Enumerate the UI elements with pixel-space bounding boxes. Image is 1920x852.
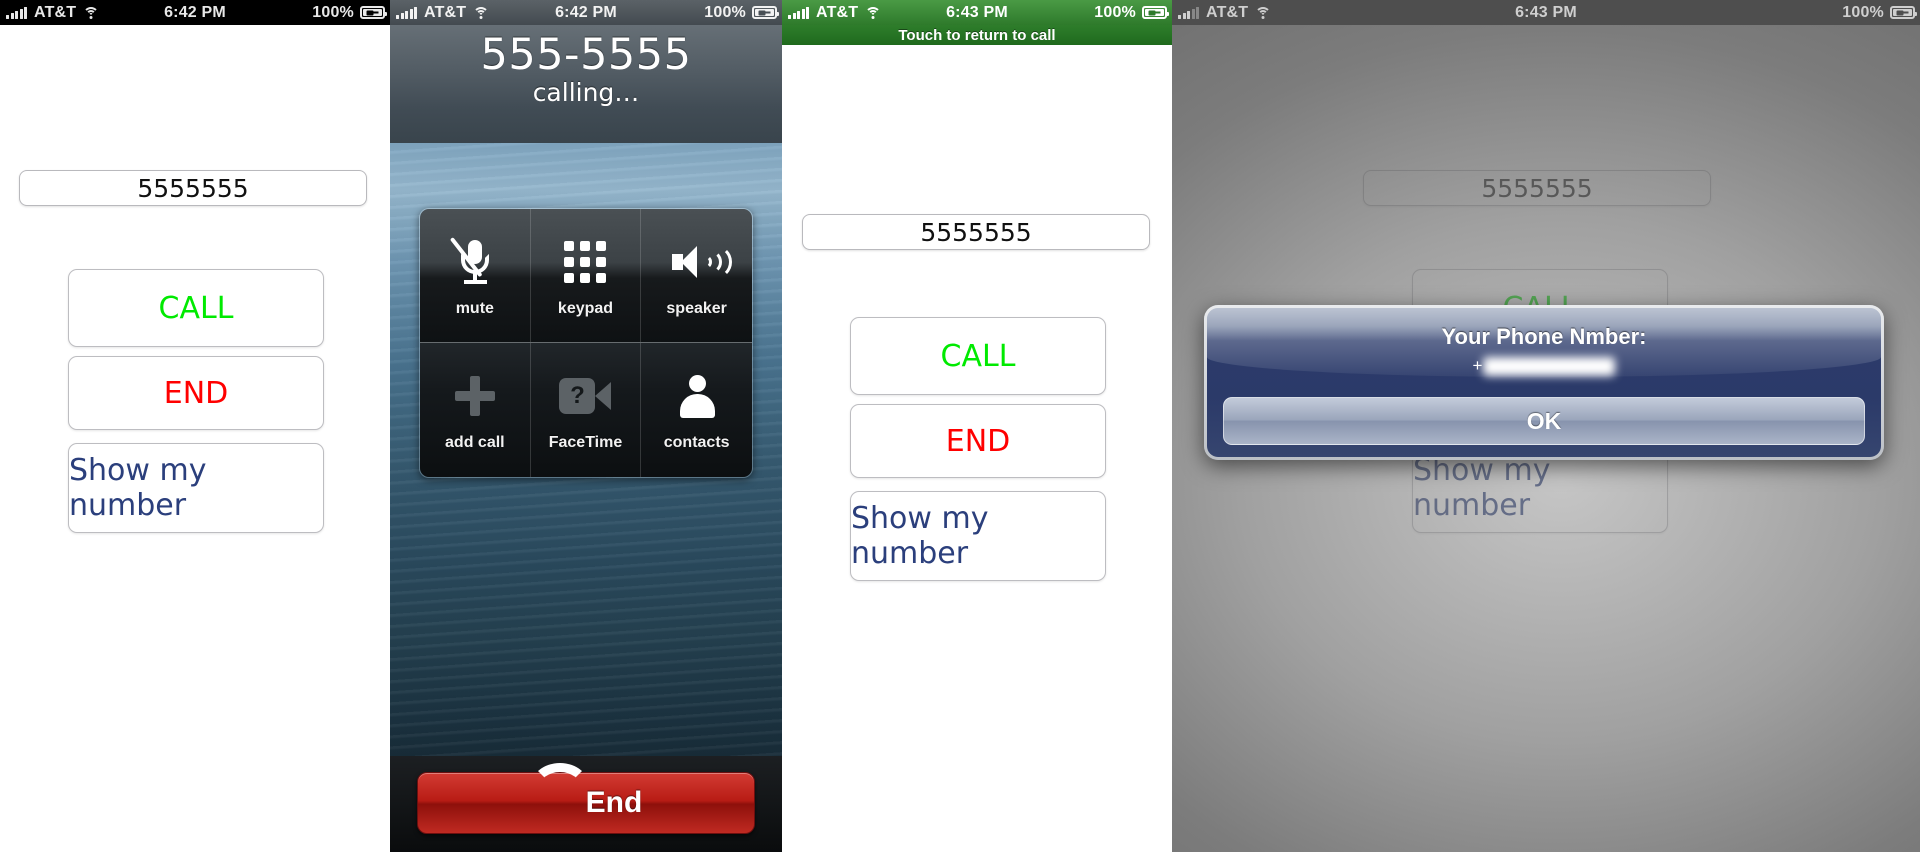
clock-label: 6:42 PM <box>164 3 226 21</box>
contacts-button[interactable]: contacts <box>641 343 752 477</box>
speaker-button[interactable]: speaker <box>641 209 752 343</box>
status-bar-left: AT&T <box>1172 4 1419 22</box>
signal-bars-icon <box>1178 6 1199 19</box>
call-button-label: CALL <box>940 338 1016 374</box>
dialer-app: 5555555 CALL END Show my number Your Pho… <box>1172 25 1920 852</box>
status-bar-left: AT&T <box>782 4 911 22</box>
status-bar-right: 100% <box>1043 4 1172 22</box>
keypad-label: keypad <box>557 299 614 317</box>
status-bar: AT&T 6:42 PM 100% <box>0 0 390 25</box>
status-bar: AT&T 6:42 PM 100% <box>390 0 782 25</box>
show-my-number-label: Show my number <box>1413 453 1551 523</box>
signal-bars-icon <box>396 6 417 19</box>
add-call-button[interactable]: add call <box>420 343 531 477</box>
end-button[interactable]: END <box>68 356 324 430</box>
hangup-handset-icon <box>529 763 590 813</box>
call-header: 555-5555 calling… <box>390 25 782 143</box>
alert-ok-button[interactable]: OK <box>1223 397 1865 445</box>
clock-label: 6:43 PM <box>946 3 1008 21</box>
facetime-video-icon: ? <box>559 368 612 424</box>
facetime-label: FaceTime <box>548 434 623 451</box>
redacted-phone-number <box>1483 356 1616 376</box>
signal-bars-icon <box>6 6 27 19</box>
contacts-label: contacts <box>663 434 730 451</box>
contacts-person-icon <box>677 368 717 424</box>
battery-charging-icon <box>360 6 387 19</box>
status-bar-right: 100% <box>1673 4 1920 22</box>
plus-icon <box>454 368 495 424</box>
alert-message-prefix: + <box>1472 356 1483 375</box>
call-button[interactable]: CALL <box>850 317 1106 395</box>
end-button[interactable]: END <box>850 404 1106 478</box>
show-my-number-button[interactable]: Show my number <box>850 491 1106 581</box>
alert-title: Your Phone Nmber: <box>1441 324 1647 349</box>
phone-number-input[interactable]: 5555555 <box>802 214 1150 250</box>
show-my-number-label: Show my number <box>69 453 207 523</box>
speaker-icon <box>671 234 732 290</box>
call-button[interactable]: CALL <box>68 269 324 347</box>
clock-label: 6:42 PM <box>555 3 617 21</box>
status-bar-left: AT&T <box>0 4 129 22</box>
wifi-icon <box>473 6 490 19</box>
end-call-label: End <box>585 786 643 819</box>
signal-bars-icon <box>788 6 809 19</box>
battery-percent-label: 100% <box>704 3 746 21</box>
status-bar: AT&T 6:43 PM 100% <box>782 0 1172 25</box>
battery-percent-label: 100% <box>312 3 354 21</box>
battery-percent-label: 100% <box>1094 3 1136 21</box>
show-my-number-button[interactable]: Show my number <box>68 443 324 533</box>
alert-dialog: Your Phone Nmber: + OK <box>1204 305 1884 460</box>
return-to-call-banner[interactable]: Touch to return to call <box>782 25 1172 45</box>
phone-panel-dialer-initial: AT&T 6:42 PM 100% 5555555 CALL END Show … <box>0 0 390 852</box>
end-call-bar: End <box>390 756 782 852</box>
battery-charging-icon <box>752 6 779 19</box>
microphone-muted-icon <box>449 234 495 290</box>
call-button-label: CALL <box>158 290 234 326</box>
alert-dialog-body: Your Phone Nmber: + OK <box>1207 308 1881 457</box>
carrier-label: AT&T <box>1206 3 1249 21</box>
call-number-label: 555-5555 <box>480 30 692 80</box>
end-call-button[interactable]: End <box>417 763 755 834</box>
alert-message: + <box>1207 356 1881 376</box>
phone-panel-dialer-during-call: AT&T 6:43 PM 100% Touch to return to cal… <box>782 0 1172 852</box>
dialer-app: 5555555 CALL END Show my number <box>0 25 390 852</box>
carrier-label: AT&T <box>424 3 467 21</box>
speaker-label: speaker <box>666 299 727 317</box>
keypad-button[interactable]: keypad <box>530 209 642 343</box>
screenshot-stage: AT&T 6:42 PM 100% 5555555 CALL END Show … <box>0 0 1920 852</box>
carrier-label: AT&T <box>816 3 859 21</box>
end-button-label: END <box>945 423 1011 459</box>
add-call-label: add call <box>445 434 505 451</box>
status-bar-right: 100% <box>261 4 390 22</box>
status-bar: AT&T 6:43 PM 100% <box>1172 0 1920 25</box>
wifi-icon <box>1255 6 1272 19</box>
show-my-number-label: Show my number <box>851 501 989 571</box>
battery-charging-icon <box>1142 6 1169 19</box>
wifi-icon <box>83 6 100 19</box>
phone-panel-in-call: 555-5555 calling… AT&T 6:42 PM 100% mute <box>390 0 782 852</box>
status-bar-left: AT&T <box>390 4 519 22</box>
phone-panel-dialer-alert: AT&T 6:43 PM 100% 5555555 CALL END Show … <box>1172 0 1920 852</box>
carrier-label: AT&T <box>34 3 77 21</box>
status-bar-right: 100% <box>653 4 782 22</box>
call-status-label: calling… <box>532 78 640 107</box>
keypad-icon <box>564 234 607 290</box>
phone-number-input[interactable]: 5555555 <box>1363 170 1711 206</box>
battery-charging-icon <box>1890 6 1917 19</box>
end-button-label: END <box>163 375 229 411</box>
facetime-button[interactable]: ? FaceTime <box>530 343 642 477</box>
wifi-icon <box>865 6 882 19</box>
phone-number-input[interactable]: 5555555 <box>19 170 367 206</box>
clock-label: 6:43 PM <box>1515 3 1577 21</box>
dialer-app: 5555555 CALL END Show my number <box>782 45 1172 852</box>
mute-button[interactable]: mute <box>420 209 531 343</box>
in-call-options-grid: mute keypad speaker add call ? FaceTime … <box>419 208 753 478</box>
mute-label: mute <box>455 299 494 317</box>
battery-percent-label: 100% <box>1842 3 1884 21</box>
